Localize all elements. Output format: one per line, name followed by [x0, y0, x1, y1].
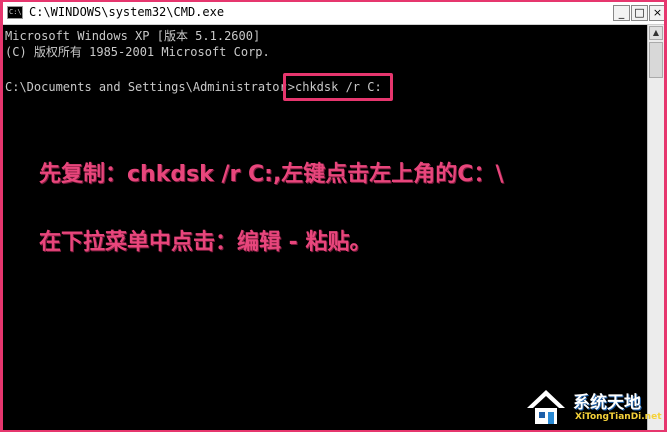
vertical-scrollbar[interactable]: ▲ [647, 25, 664, 430]
title-bar[interactable]: C:\ C:\WINDOWS\system32\CMD.exe _ □ × [3, 2, 664, 25]
window-title: C:\WINDOWS\system32\CMD.exe [29, 5, 225, 19]
close-button[interactable]: × [649, 5, 664, 21]
watermark: 系统天地 XiTongTianDi.net [523, 382, 664, 430]
minimize-button[interactable]: _ [613, 5, 630, 21]
instruction-line-1: 先复制：chkdsk /r C:,左键点击左上角的C：\ [39, 162, 504, 187]
command-highlight-box: >chkdsk /r C: [282, 73, 393, 101]
maximize-button[interactable]: □ [631, 5, 648, 21]
scroll-up-arrow-icon[interactable]: ▲ [649, 26, 663, 40]
watermark-url: XiTongTianDi.net [575, 412, 662, 422]
console-line-copyright: (C) 版权所有 1985-2001 Microsoft Corp. [5, 45, 270, 59]
cmd-app-icon[interactable]: C:\ [7, 6, 23, 19]
prompt-path: C:\Documents and Settings\Administrator [5, 80, 287, 94]
watermark-name: 系统天地 [573, 393, 641, 413]
console-line-version: Microsoft Windows XP [版本 5.1.2600] [5, 29, 261, 43]
house-logo-icon [527, 390, 565, 424]
console-line-prompt: C:\Documents and Settings\Administrator>… [5, 73, 647, 101]
instruction-line-2: 在下拉菜单中点击：编辑 - 粘贴。 [39, 230, 372, 255]
command-text: >chkdsk /r C: [287, 80, 382, 94]
scroll-thumb[interactable] [649, 42, 663, 78]
cmd-window: C:\ C:\WINDOWS\system32\CMD.exe _ □ × Mi… [3, 2, 664, 430]
